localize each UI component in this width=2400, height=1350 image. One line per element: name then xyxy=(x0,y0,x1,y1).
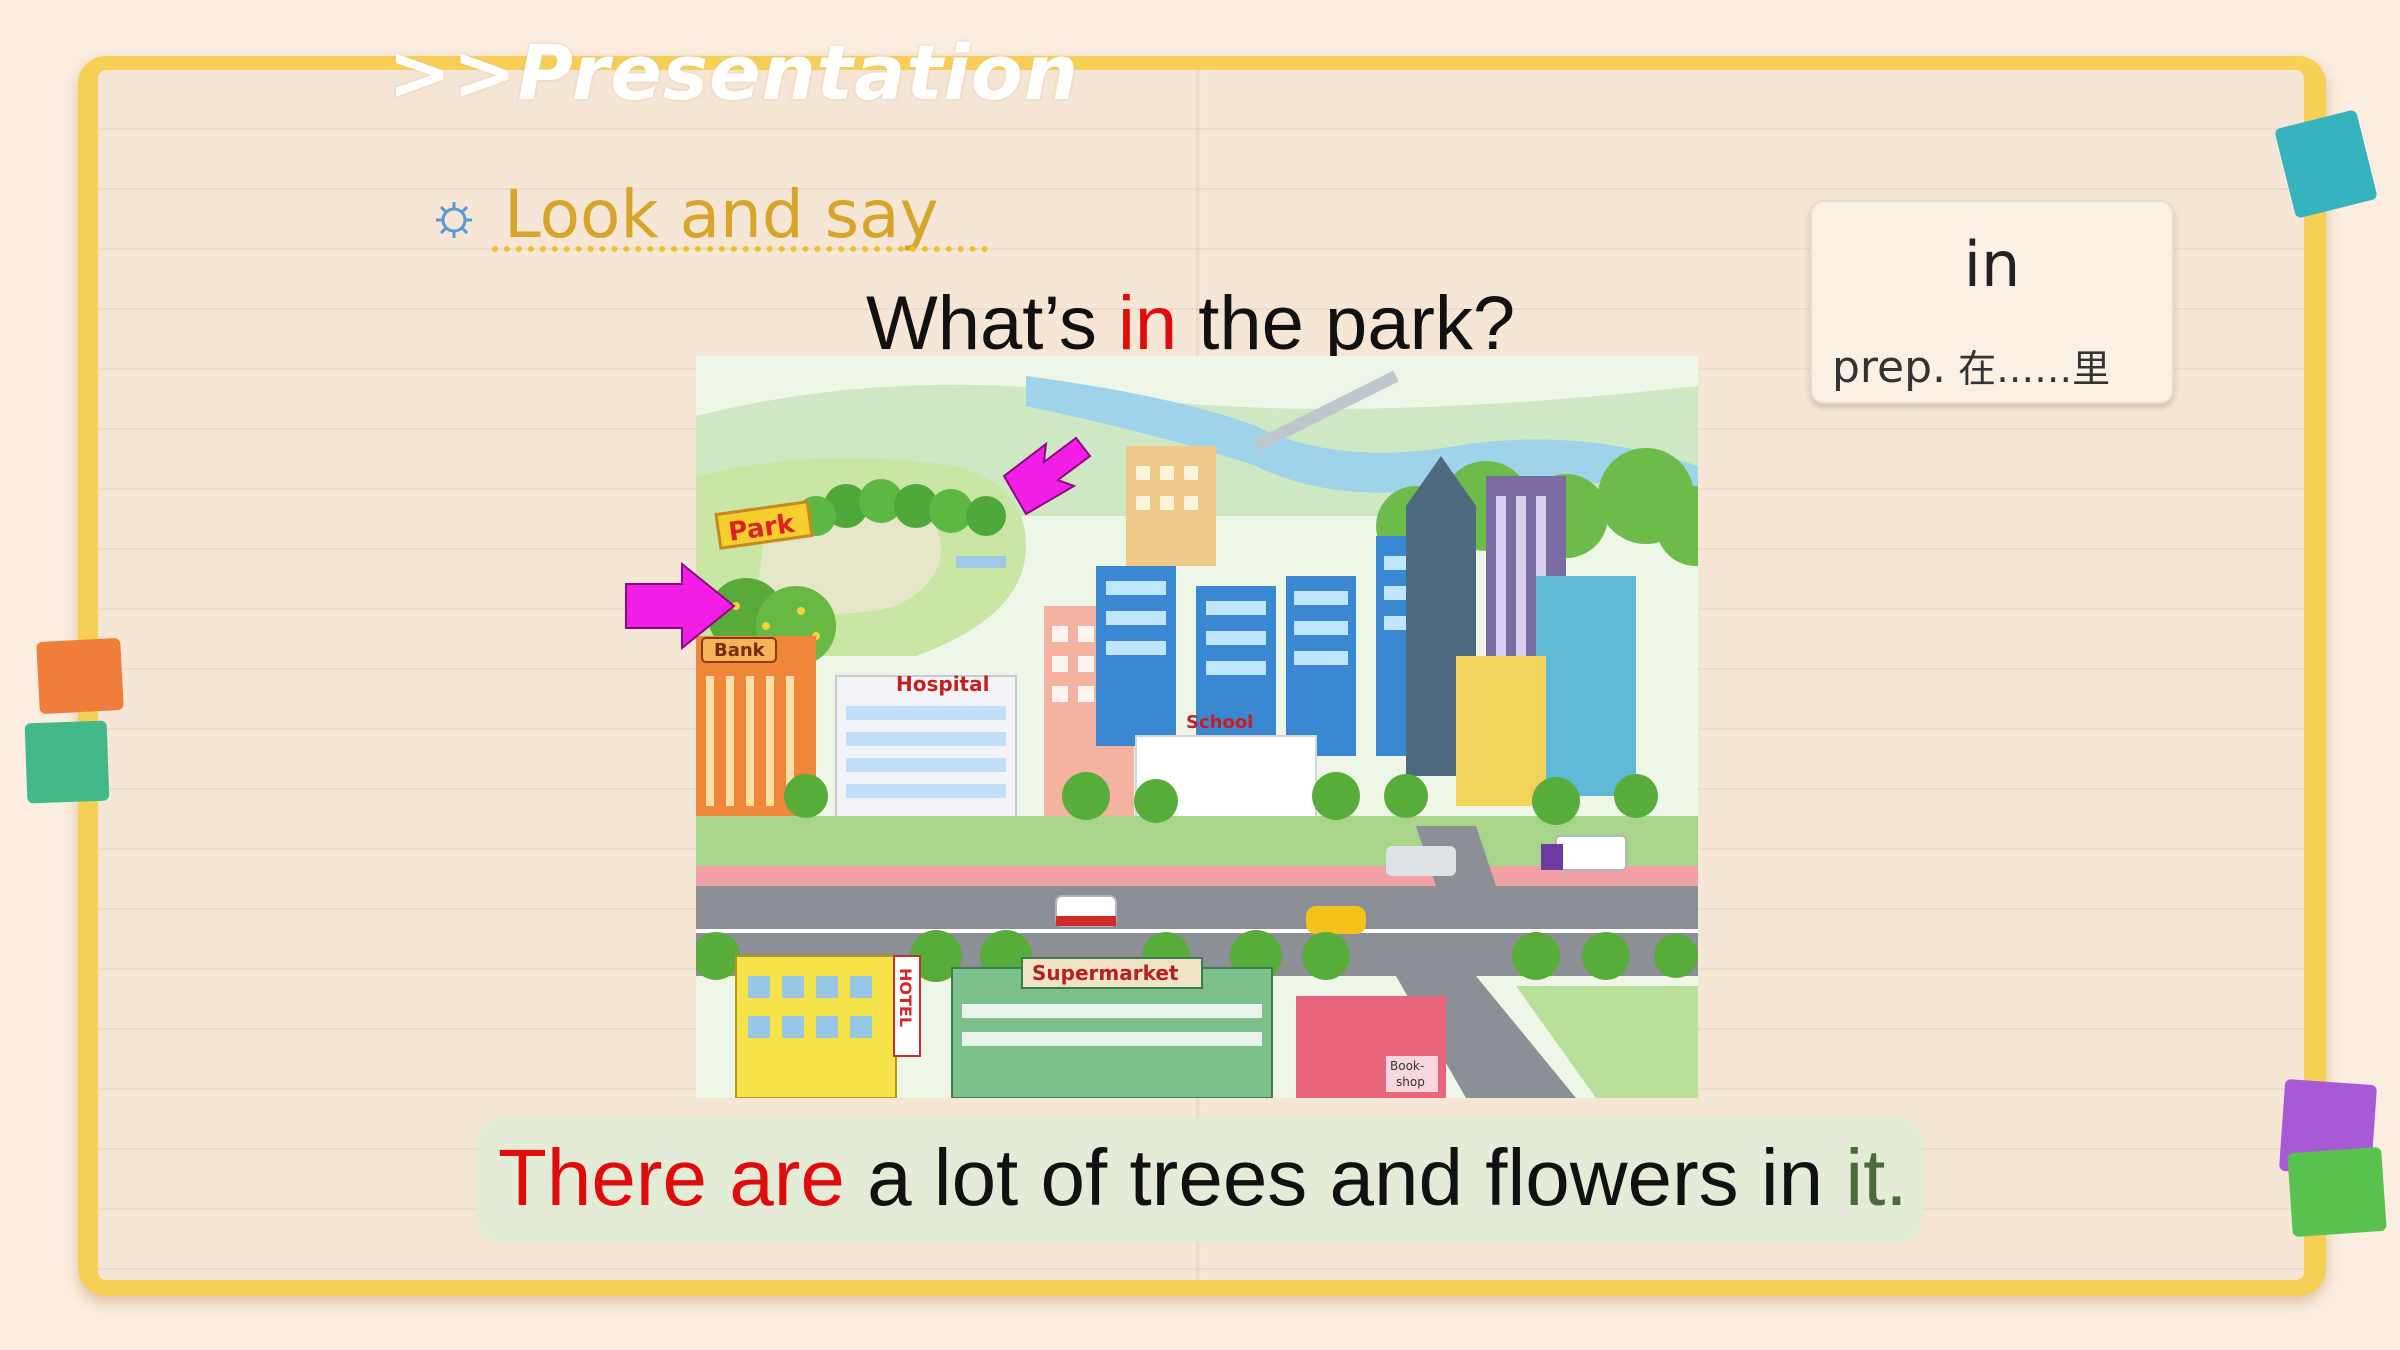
bookshop-sign-line2: shop xyxy=(1396,1075,1425,1089)
vocab-word: in xyxy=(1963,228,2021,301)
answer-there-are: There are xyxy=(498,1133,845,1222)
vocab-definition: prep. 在……里 xyxy=(1832,338,2110,393)
question-highlight: in xyxy=(1118,281,1178,366)
vocab-meaning: 在……里 xyxy=(1946,347,2111,391)
hospital-sign-label: Hospital xyxy=(896,672,989,696)
answer-middle: a lot of trees and flowers in xyxy=(844,1133,1846,1222)
supermarket-sign-label: Supermarket xyxy=(1032,961,1179,985)
answer-it: it. xyxy=(1845,1133,1908,1222)
bookmark-tab-orange xyxy=(36,637,124,715)
town-scene: Park Bank Hospital School HOTEL Supermar… xyxy=(696,356,1698,1098)
vocab-card: in prep. 在……里 xyxy=(1810,200,2174,404)
look-and-say-text: Look and say xyxy=(504,176,939,253)
question-after: the park? xyxy=(1177,281,1516,366)
gear-icon xyxy=(436,202,472,238)
dotted-underline xyxy=(492,246,988,252)
bookshop-sign-line1: Book- xyxy=(1390,1059,1424,1073)
arrow-to-park-flowers-icon xyxy=(625,562,736,651)
look-and-say-heading: Look and say xyxy=(432,176,992,256)
bookmark-tab-green xyxy=(24,720,110,804)
town-illustration: Park Bank Hospital School HOTEL Supermar… xyxy=(696,356,1698,1098)
answer-sentence: There are a lot of trees and flowers in … xyxy=(498,1132,1908,1224)
question-text: What’s in the park? xyxy=(866,280,1515,367)
section-title: >>Presentation xyxy=(388,28,1079,117)
bookmark-tab-lime xyxy=(2287,1146,2387,1238)
hotel-sign-label: HOTEL xyxy=(896,968,915,1027)
question-before: What’s xyxy=(866,281,1119,366)
vocab-pos: prep. xyxy=(1832,342,1947,393)
school-sign-label: School xyxy=(1186,712,1253,733)
